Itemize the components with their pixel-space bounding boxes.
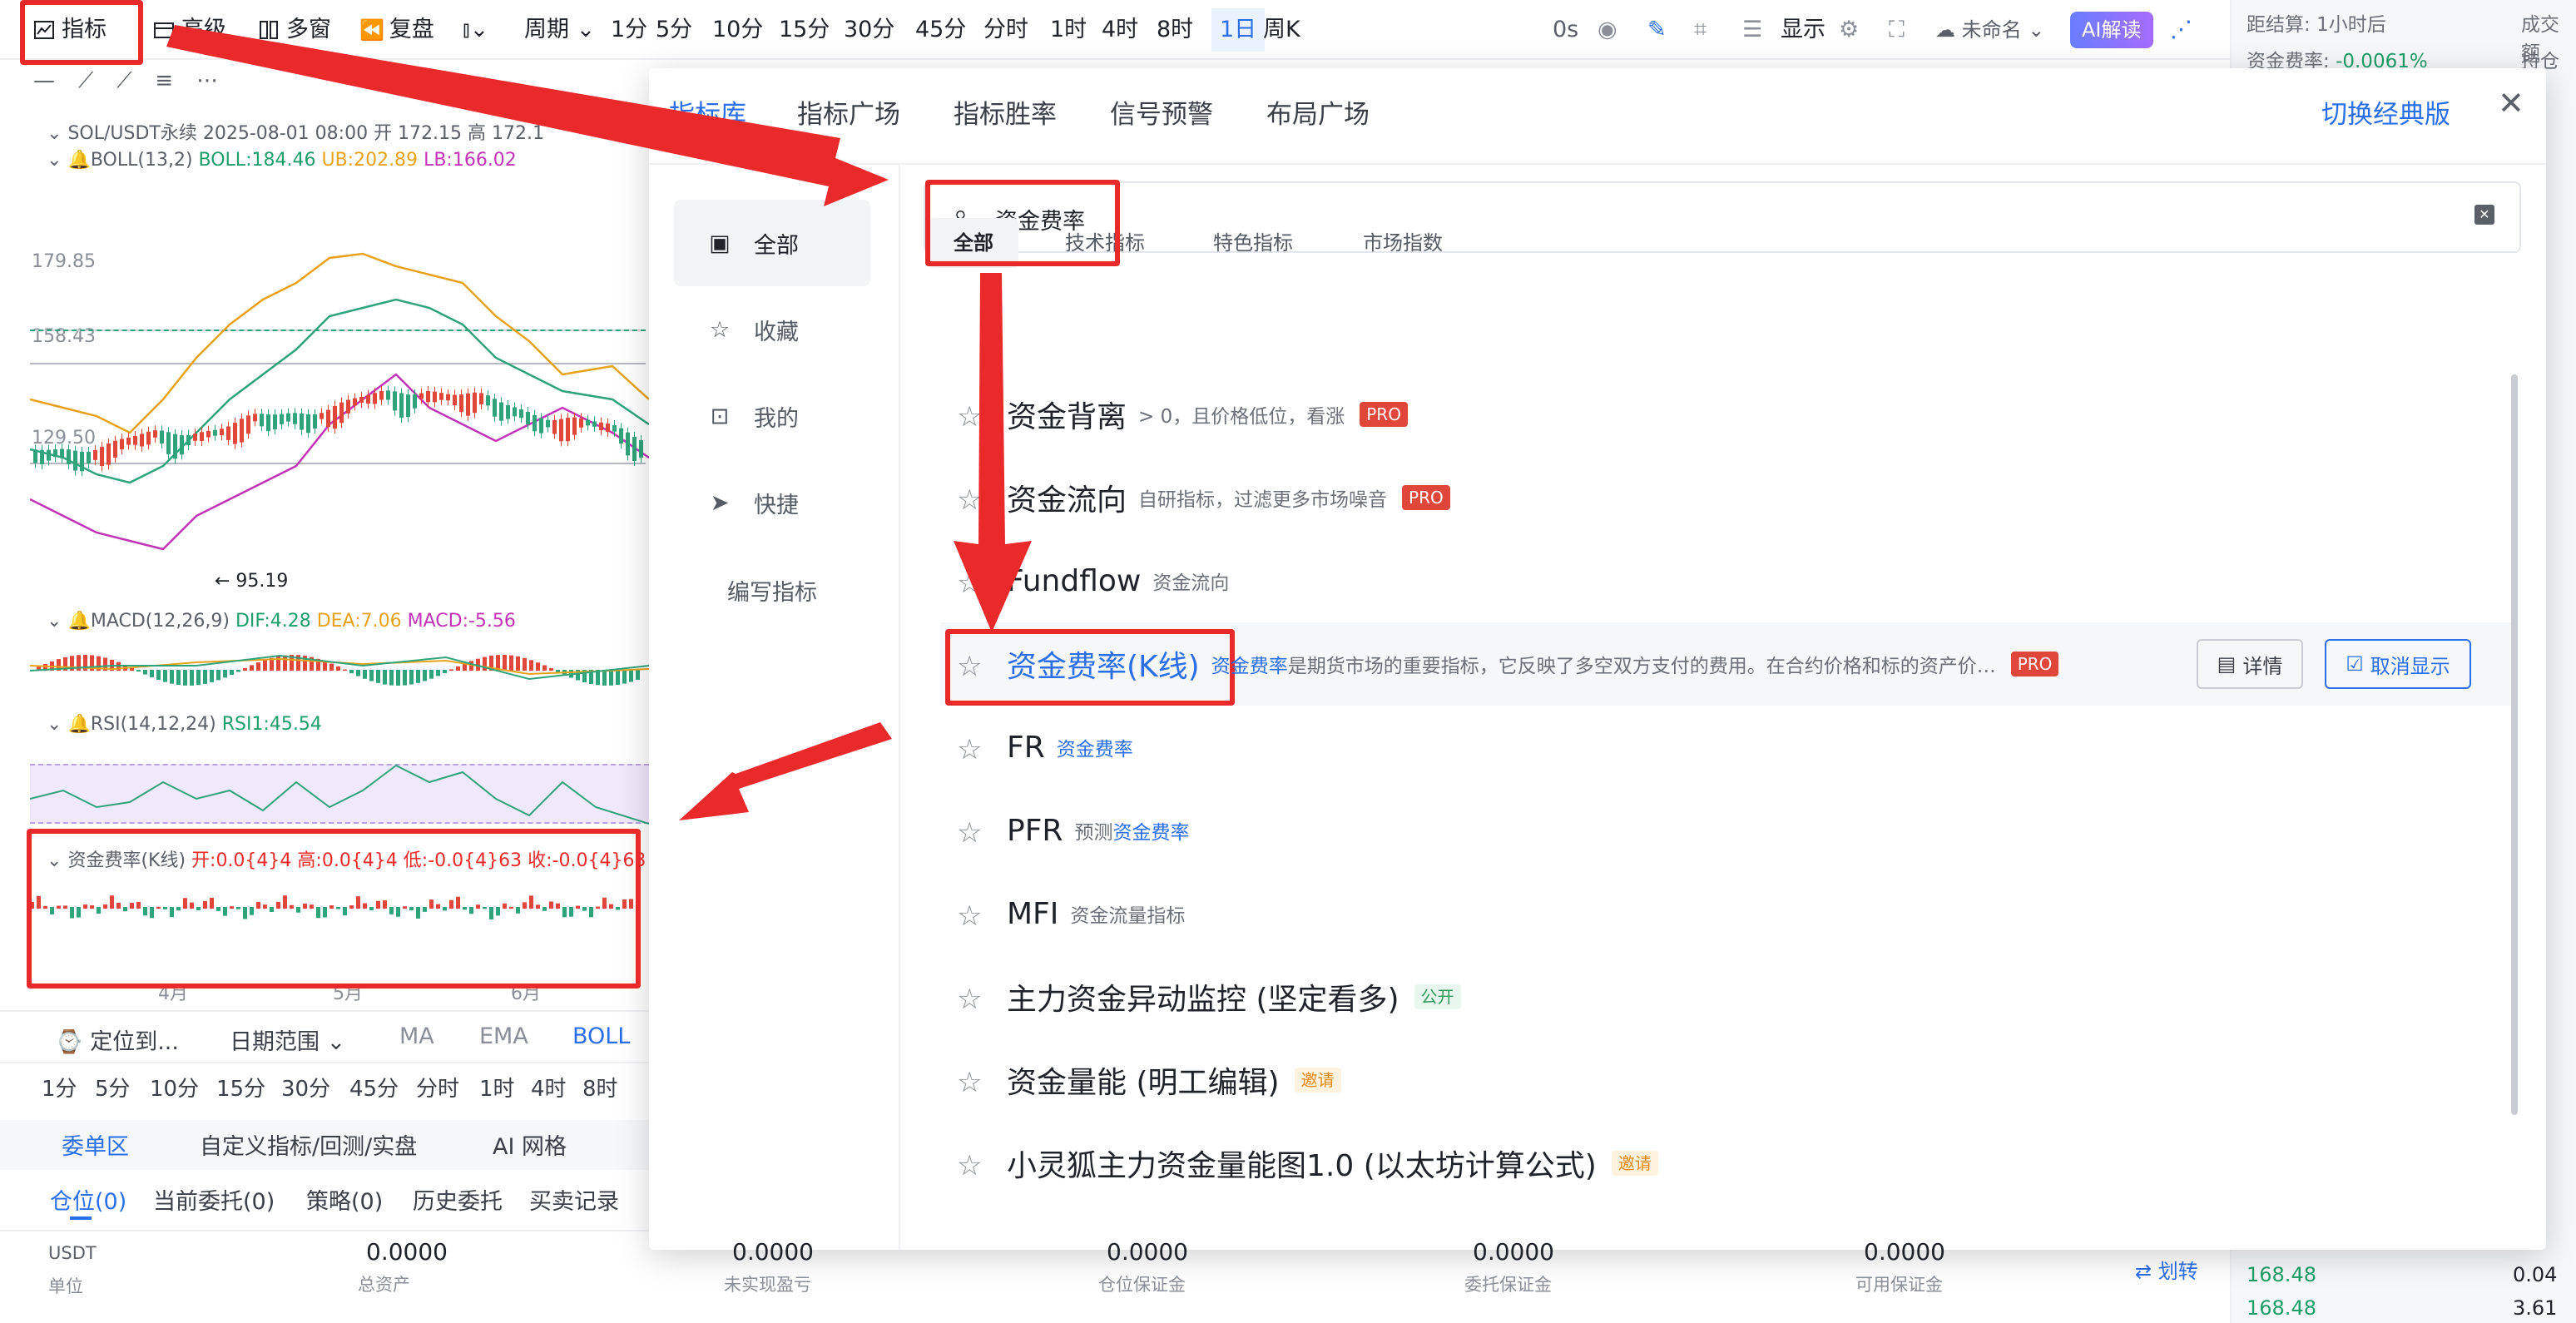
annotation-arrows xyxy=(166,25,1032,820)
